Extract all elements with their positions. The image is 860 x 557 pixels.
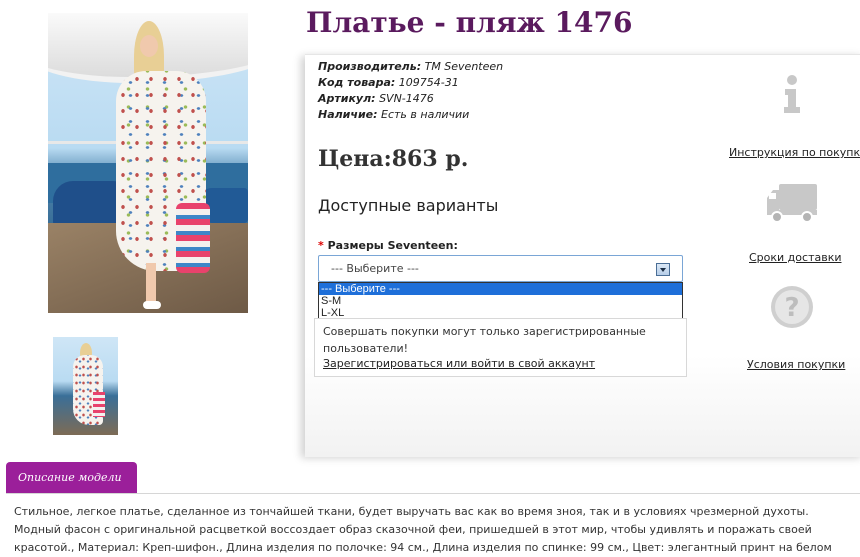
size-option-s-m[interactable]: S-M bbox=[319, 295, 682, 307]
product-main-image[interactable] bbox=[48, 13, 248, 313]
size-label: * Размеры Seventeen: bbox=[318, 239, 458, 252]
question-icon[interactable]: ? bbox=[770, 285, 814, 329]
product-description: Стильное, легкое платье, сделанное из то… bbox=[14, 505, 832, 554]
svg-text:?: ? bbox=[784, 293, 799, 323]
product-meta: Производитель: TM Seventeen Код товара: … bbox=[318, 59, 503, 123]
tab-description[interactable]: Описание модели bbox=[6, 462, 137, 494]
manufacturer-row: Производитель: TM Seventeen bbox=[318, 60, 504, 73]
size-select[interactable]: --- Выберите --- bbox=[318, 255, 683, 282]
delivery-terms-link[interactable]: Сроки доставки bbox=[749, 251, 842, 264]
purchase-terms-link[interactable]: Условия покупки bbox=[747, 358, 845, 371]
article-row: Артикул: SVN-1476 bbox=[318, 92, 434, 105]
availability-row: Наличие: Есть в наличии bbox=[318, 108, 470, 121]
product-price: Цена:863 р. bbox=[318, 146, 469, 172]
product-code-row: Код товара: 109754-31 bbox=[318, 76, 459, 89]
login-notice-text: Совершать покупки могут только зарегистр… bbox=[323, 325, 646, 355]
variants-heading: Доступные варианты bbox=[318, 196, 499, 215]
size-select-value: --- Выберите --- bbox=[331, 262, 419, 275]
product-thumbnail[interactable] bbox=[53, 337, 118, 435]
instruction-link[interactable]: Инструкция по покупке bbox=[729, 146, 860, 159]
register-login-link[interactable]: Зарегистрироваться или войти в свой акка… bbox=[323, 357, 595, 370]
truck-icon[interactable] bbox=[765, 182, 820, 224]
product-title: Платье - пляж 1476 bbox=[306, 6, 633, 39]
required-mark: * bbox=[318, 239, 324, 252]
size-dropdown-list[interactable]: --- Выберите --- S-M L-XL bbox=[318, 282, 683, 320]
chevron-down-icon[interactable] bbox=[656, 263, 670, 276]
tab-divider bbox=[6, 493, 860, 494]
login-notice: Совершать покупки могут только зарегистр… bbox=[314, 318, 687, 377]
size-option-placeholder[interactable]: --- Выберите --- bbox=[319, 283, 682, 295]
info-icon[interactable] bbox=[780, 74, 804, 114]
